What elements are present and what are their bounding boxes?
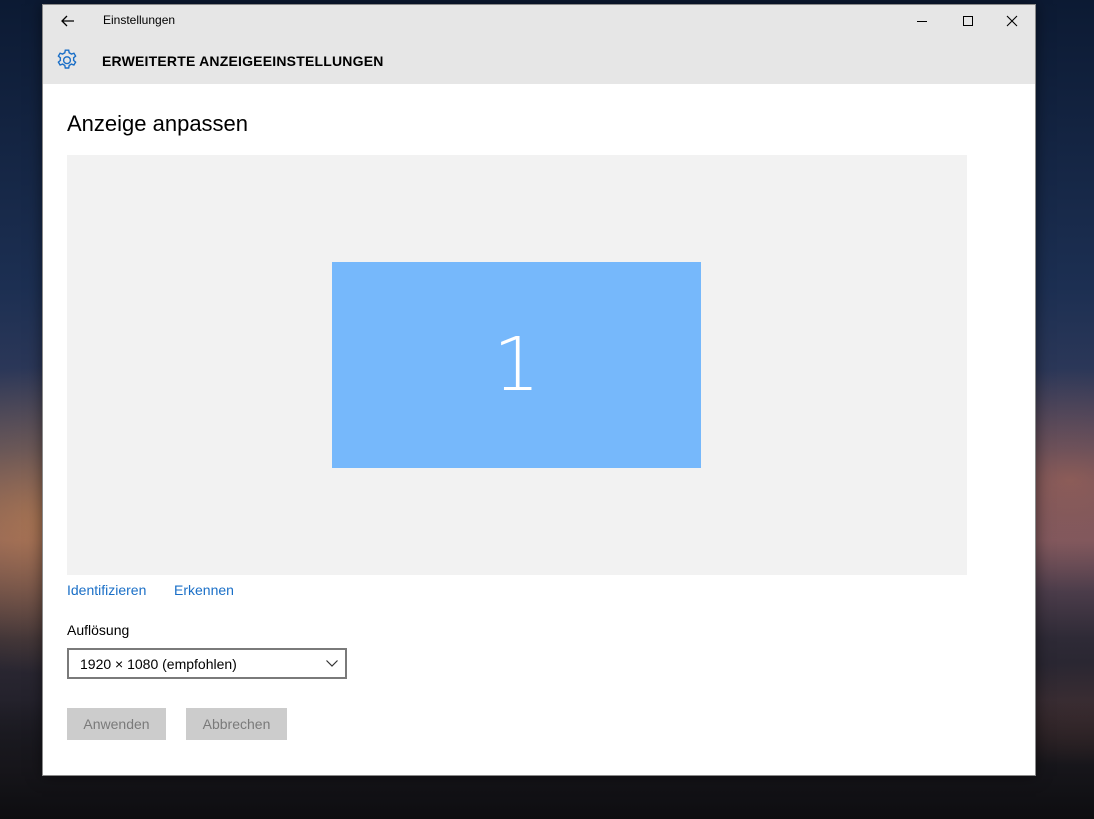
resolution-value: 1920 × 1080 (empfohlen) [80, 656, 237, 672]
close-icon [1006, 15, 1018, 26]
window-title: Einstellungen [103, 13, 176, 27]
settings-window: Einstellungen ERWEITERTE ANZEIGEEINSTELL… [42, 4, 1036, 776]
back-arrow-icon [61, 15, 74, 27]
identify-link[interactable]: Identifizieren [67, 582, 146, 598]
resolution-dropdown[interactable]: 1920 × 1080 (empfohlen) [67, 648, 347, 679]
resolution-label: Auflösung [67, 622, 130, 638]
apply-button[interactable]: Anwenden [67, 708, 166, 740]
chevron-down-icon [326, 660, 338, 667]
minimize-button[interactable] [899, 5, 945, 36]
display-arrangement-area[interactable]: 1 [67, 155, 967, 575]
monitor-tile[interactable]: 1 [332, 262, 701, 468]
page-section-title: ERWEITERTE ANZEIGEEINSTELLUNGEN [102, 53, 384, 69]
maximize-button[interactable] [945, 5, 991, 36]
page-title: Anzeige anpassen [67, 111, 249, 136]
page-header: ERWEITERTE ANZEIGEEINSTELLUNGEN [43, 36, 1035, 84]
cancel-button[interactable]: Abbrechen [186, 708, 287, 740]
detect-link[interactable]: Erkennen [174, 582, 234, 598]
back-button[interactable] [53, 8, 83, 34]
close-button[interactable] [989, 5, 1035, 36]
maximize-icon [963, 15, 973, 26]
title-bar[interactable]: Einstellungen [43, 5, 1035, 36]
monitor-number: 1 [492, 322, 541, 408]
gear-icon [57, 49, 77, 69]
minimize-icon [917, 20, 927, 22]
